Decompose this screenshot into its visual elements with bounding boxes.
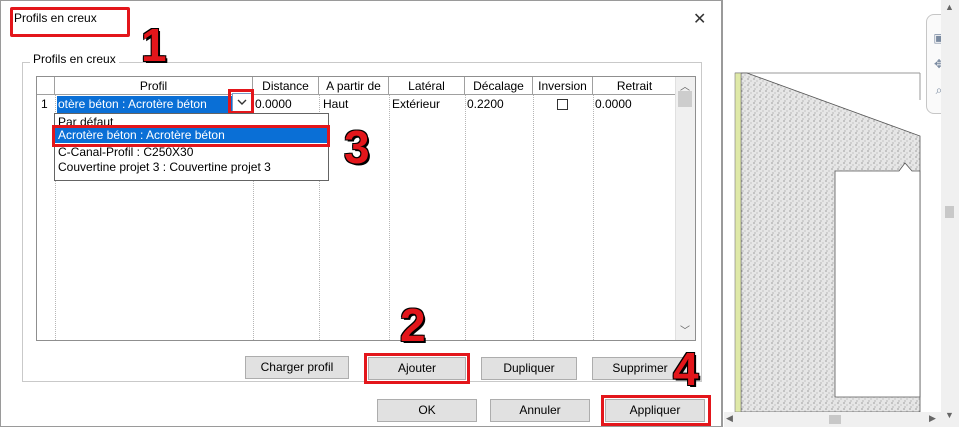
chevron-up-icon[interactable]: ▲ <box>945 2 954 12</box>
retrait-cell[interactable]: 0.0000 <box>595 96 675 113</box>
a-partir-de-cell[interactable]: Haut <box>323 96 387 113</box>
chevron-down-icon[interactable]: ﹀ <box>680 322 690 337</box>
column-header-inversion[interactable]: Inversion <box>533 77 593 95</box>
wall-section-drawing <box>734 72 921 413</box>
column-divider <box>593 95 594 340</box>
title-highlight-box <box>10 7 130 37</box>
selected-option-highlight-box <box>52 125 330 147</box>
appliquer-highlight-box <box>601 395 711 426</box>
column-header-decalage[interactable]: Décalage <box>465 77 533 95</box>
column-header-profil[interactable]: Profil <box>55 77 253 95</box>
decalage-cell[interactable]: 0.2200 <box>467 96 529 113</box>
profil-cell-selected[interactable]: otère béton : Acrotère béton <box>57 96 232 113</box>
column-header-retrait[interactable]: Retrait <box>593 77 677 95</box>
dropdown-option-couvertine[interactable]: Couvertine projet 3 : Couvertine projet … <box>58 160 271 174</box>
row-number: 1 <box>41 97 48 111</box>
inversion-checkbox[interactable] <box>557 99 568 110</box>
table-scrollbar[interactable]: ︿ ﹀ <box>675 77 695 340</box>
chevron-right-icon[interactable]: ▶ <box>929 413 936 424</box>
column-divider <box>533 95 534 340</box>
chevron-left-icon[interactable]: ◀ <box>726 413 733 424</box>
step-number-1: 1 <box>141 19 167 71</box>
scrollbar-thumb[interactable] <box>678 91 692 107</box>
column-divider <box>465 95 466 340</box>
charger-profil-button[interactable]: Charger profil <box>245 356 349 379</box>
section-view-panel[interactable] <box>722 0 959 427</box>
step-number-3: 3 <box>344 121 370 173</box>
dupliquer-button[interactable]: Dupliquer <box>481 357 577 380</box>
lateral-cell[interactable]: Extérieur <box>392 96 462 113</box>
step-number-2: 2 <box>400 299 426 351</box>
view-horizontal-scrollbar[interactable]: ◀ ▶ <box>724 412 941 427</box>
chevron-down-icon[interactable]: ▼ <box>945 410 954 420</box>
annuler-button[interactable]: Annuler <box>490 399 590 422</box>
scrollbar-thumb[interactable] <box>829 415 841 424</box>
ajouter-highlight-box <box>364 353 470 384</box>
distance-cell[interactable]: 0.0000 <box>255 96 317 113</box>
row-number-header <box>37 77 55 95</box>
step-number-4: 4 <box>673 343 699 395</box>
group-label: Profils en creux <box>30 52 119 66</box>
view-vertical-scrollbar[interactable]: ▲ ▼ <box>941 0 959 427</box>
dropdown-highlight-box <box>228 89 254 114</box>
column-header-a-partir-de[interactable]: A partir de <box>319 77 389 95</box>
dropdown-option-c-canal[interactable]: C-Canal-Profil : C250X30 <box>58 145 193 159</box>
column-divider <box>389 95 390 340</box>
column-header-distance[interactable]: Distance <box>253 77 319 95</box>
column-header-lateral[interactable]: Latéral <box>389 77 465 95</box>
profil-dropdown-list[interactable]: Par défaut C-Canal-Profil : C250X30 Couv… <box>54 113 329 181</box>
close-icon[interactable]: ✕ <box>693 12 706 28</box>
ok-button[interactable]: OK <box>377 399 477 422</box>
scrollbar-thumb[interactable] <box>945 206 954 218</box>
